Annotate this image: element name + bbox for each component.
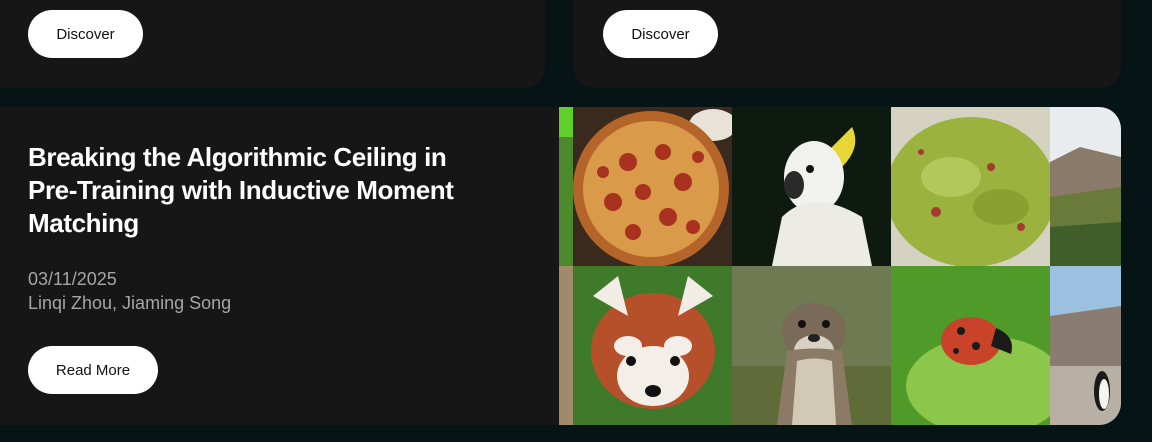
discover-button-right[interactable]: Discover: [603, 10, 718, 58]
article-authors: Linqi Zhou, Jiaming Song: [28, 293, 232, 313]
article-date: 03/11/2025: [28, 269, 117, 289]
top-right-card: Discover: [573, 0, 1121, 88]
penguin-beach-image: [1050, 266, 1121, 425]
article-title: Breaking the Algorithmic Ceiling in Pre-…: [28, 142, 454, 238]
page: Discover Discover Breaking the Algorithm…: [0, 0, 1152, 442]
red-panda-image: [573, 266, 732, 425]
cockatoo-image: [732, 107, 891, 266]
image-sliver-bottom: [559, 266, 573, 425]
article-card: Breaking the Algorithmic Ceiling in Pre-…: [0, 107, 1121, 425]
pizza-image: [573, 107, 732, 266]
image-grid: [559, 107, 1121, 425]
discover-button-left[interactable]: Discover: [28, 10, 143, 58]
read-more-button[interactable]: Read More: [28, 346, 158, 394]
guacamole-image: [891, 107, 1050, 266]
mountain-landscape-image: [1050, 107, 1121, 266]
image-sliver-top: [559, 107, 573, 266]
top-left-card: Discover: [0, 0, 545, 88]
ladybug-image: [891, 266, 1050, 425]
otter-image: [732, 266, 891, 425]
